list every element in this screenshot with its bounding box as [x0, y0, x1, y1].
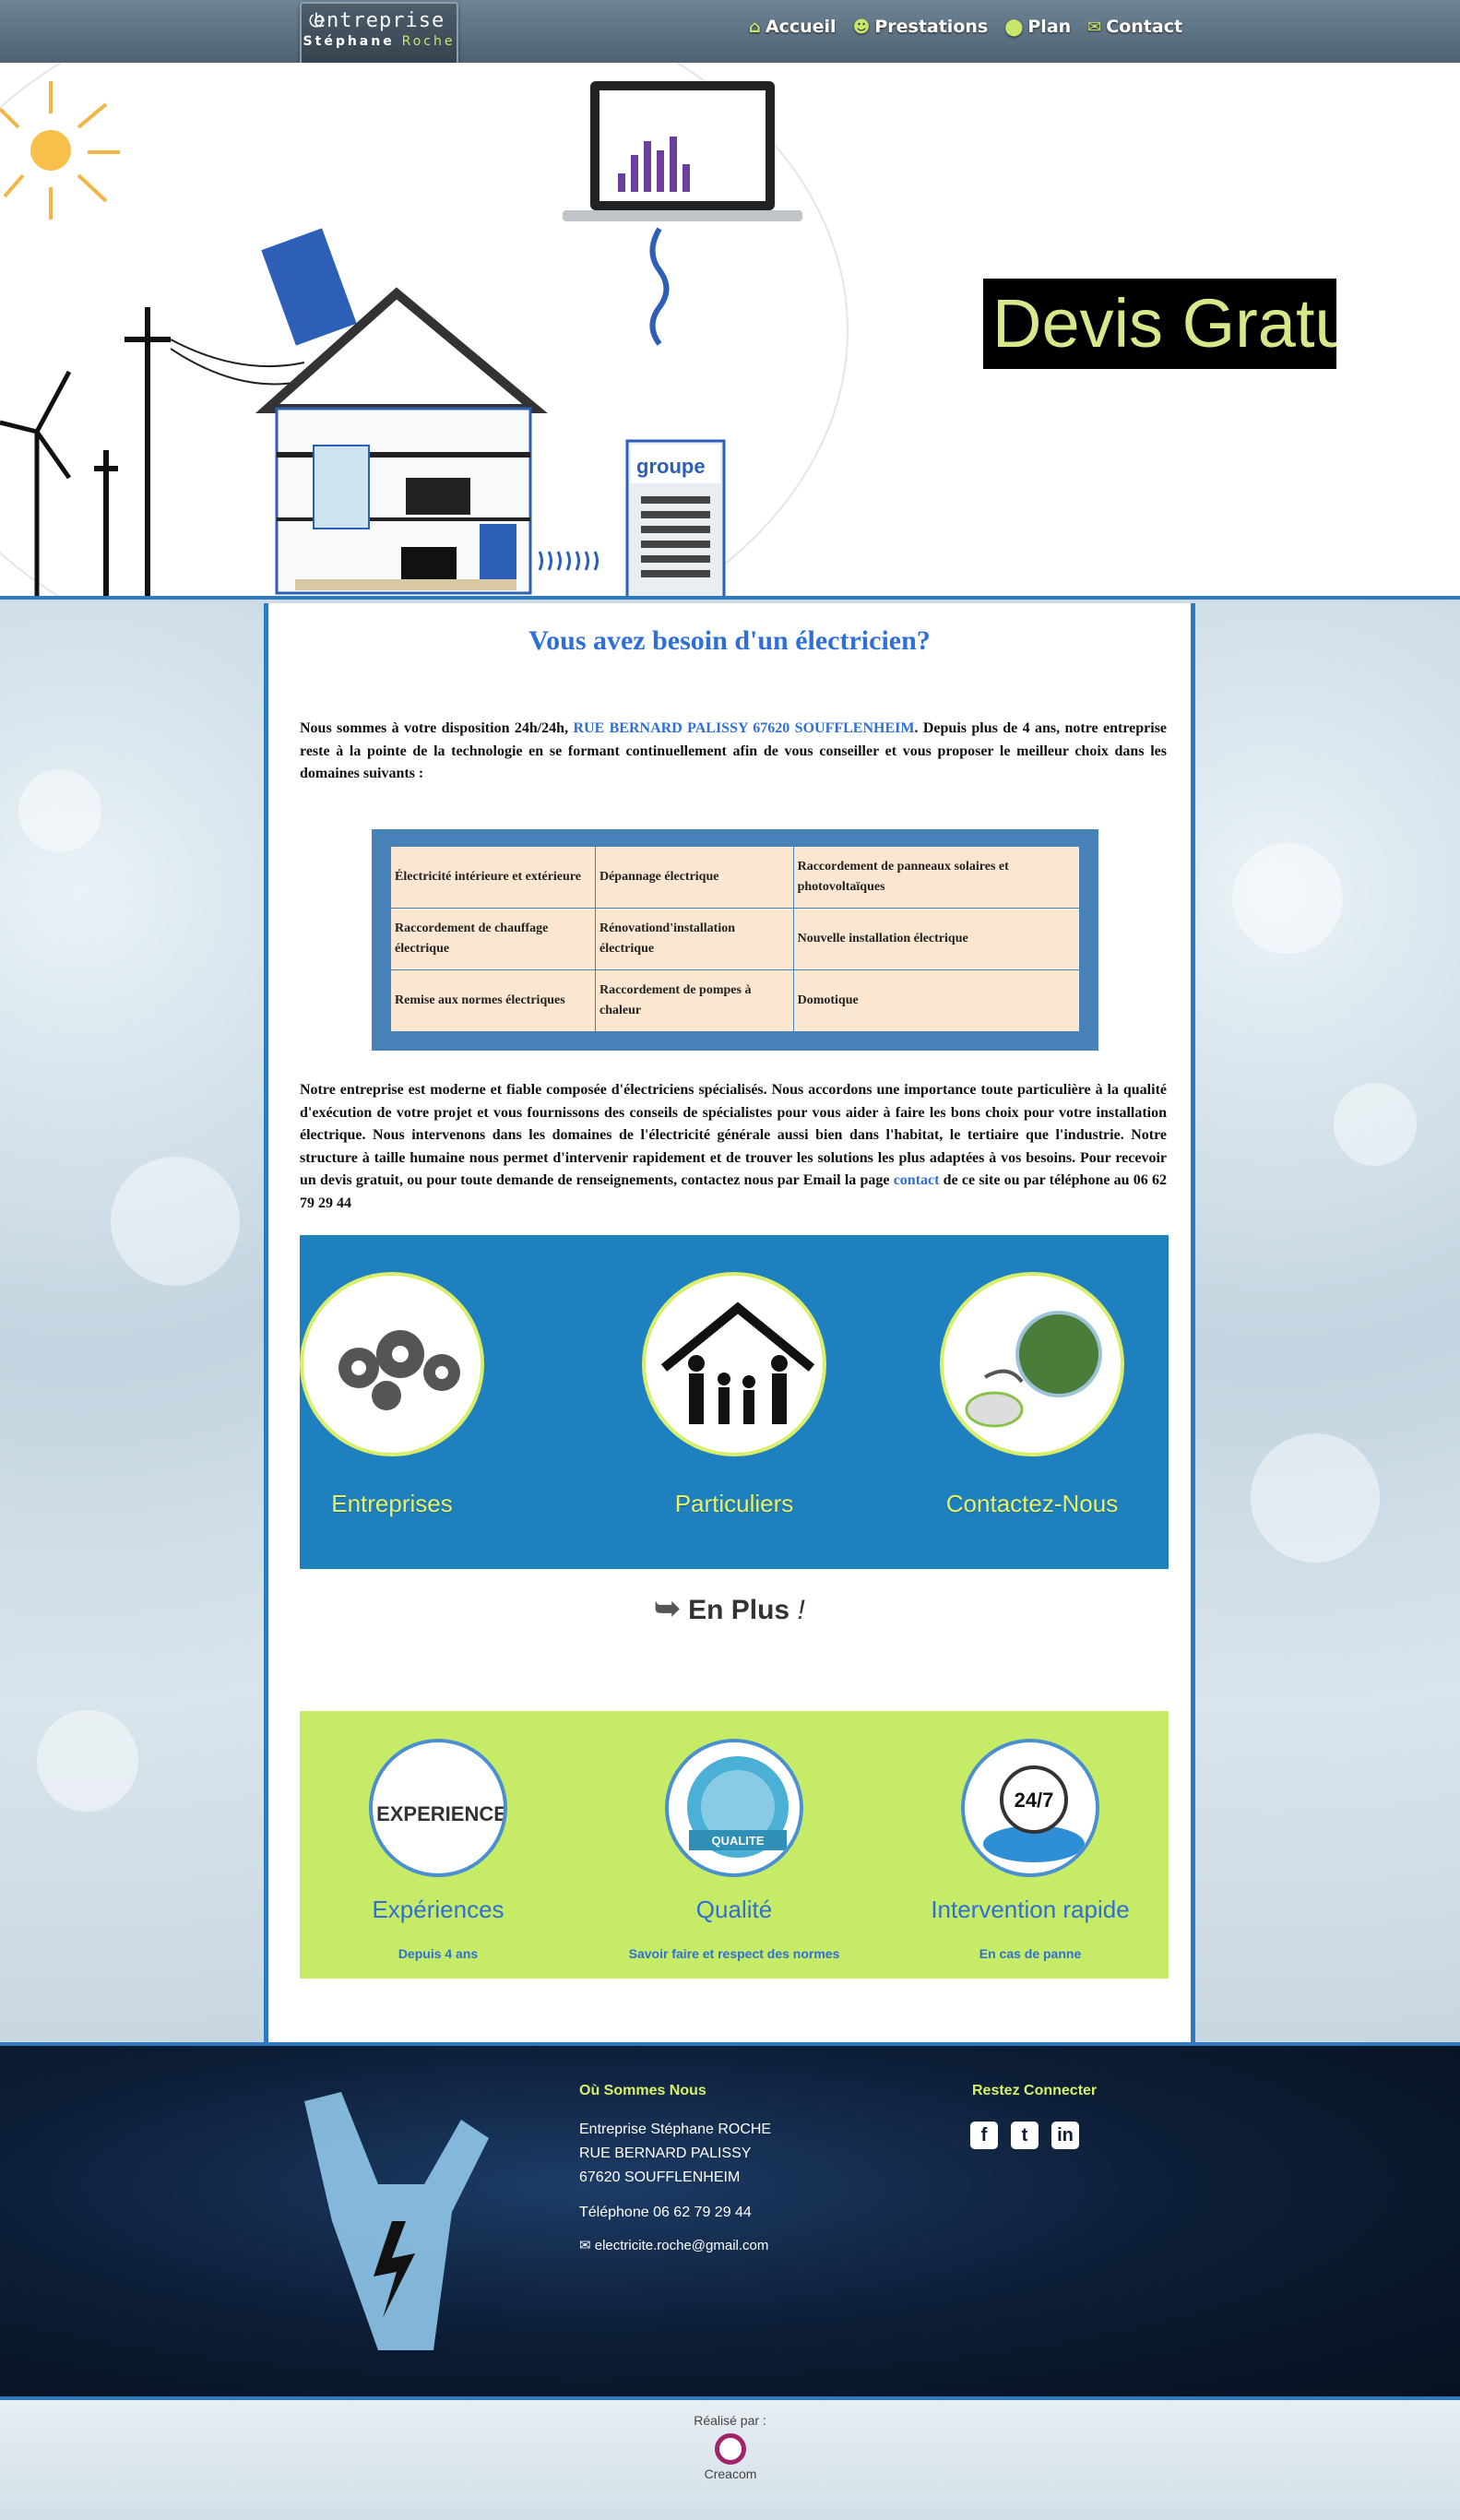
table-cell: Raccordement de pompes à chaleur	[594, 969, 794, 1032]
services-table: Électricité intérieure et extérieure Dép…	[372, 829, 1098, 1051]
site-logo[interactable]: ⏻ entreprise Stéphane Roche	[300, 2, 458, 70]
nav-item-plan[interactable]: ⬤ Plan	[1004, 17, 1071, 37]
devis-gratuit-banner[interactable]: Devis Gratuit	[983, 279, 1336, 369]
social-links: f t in	[970, 2122, 1079, 2149]
nav-item-contact[interactable]: ✉ Contact	[1087, 17, 1182, 37]
table-cell: Domotique	[792, 969, 1081, 1032]
table-row: Électricité intérieure et extérieure Dép…	[390, 846, 1081, 909]
nav-item-accueil[interactable]: ⌂ Accueil	[749, 17, 837, 37]
phone-24-7-icon: 24/7	[961, 1739, 1099, 1877]
page-title: Vous avez besoin d'un électricien?	[528, 625, 931, 656]
en-plus-heading: ➥ En Plus !	[654, 1591, 805, 1626]
table-cell: Raccordement de chauffage électrique	[390, 908, 596, 970]
tile-entreprises[interactable]: Entreprises	[300, 1272, 484, 1518]
description-paragraph: Notre entreprise est moderne et fiable c…	[300, 1082, 1167, 1211]
plug-icon	[304, 2092, 489, 2350]
audience-tiles: Entreprises Particuliers Contactez-Nous	[300, 1235, 1169, 1569]
creacom-logo[interactable]: Creacom	[692, 2433, 769, 2481]
twitter-icon[interactable]: t	[1011, 2122, 1039, 2149]
creacom-circle-icon	[715, 2433, 746, 2465]
main-nav: ⌂ Accueil ☻ Prestations ⬤ Plan ✉ Contact	[749, 17, 1182, 37]
wind-turbine-icon	[0, 370, 72, 596]
envelope-icon: ✉	[1087, 17, 1102, 37]
where-title: Où Sommes Nous	[579, 2083, 706, 2098]
feature-qualite: QUALITE Qualité Savoir faire et respect …	[596, 1739, 872, 1961]
table-cell: Raccordement de panneaux solaires et pho…	[792, 846, 1081, 909]
experience-wordcloud-icon: EXPERIENCE	[369, 1739, 507, 1877]
main-content: Vous avez besoin d'un électricien? Nous …	[264, 603, 1195, 2042]
svg-text:EXPERIENCE: EXPERIENCE	[376, 1802, 507, 1825]
feature-experiences: EXPERIENCE Expériences Depuis 4 ans	[337, 1739, 540, 1961]
logo-subtitle: Stéphane Roche	[303, 34, 456, 49]
credits-bar: Réalisé par : Creacom	[0, 2400, 1460, 2520]
footer: Où Sommes Nous Entreprise Stéphane ROCHE…	[0, 2042, 1460, 2400]
company-name: Entreprise Stéphane ROCHE	[579, 2122, 772, 2137]
table-cell: Électricité intérieure et extérieure	[390, 846, 596, 909]
left-bokeh-background	[0, 603, 264, 2042]
family-house-icon	[642, 1272, 826, 1456]
feature-intervention: 24/7 Intervention rapide En cas de panne	[929, 1739, 1132, 1961]
users-icon: ☻	[852, 17, 871, 37]
quality-badge-icon: QUALITE	[665, 1739, 803, 1877]
table-cell: Rénovationd'installation électrique	[594, 908, 794, 970]
gears-icon	[300, 1272, 484, 1456]
tile-particuliers[interactable]: Particuliers	[642, 1272, 826, 1518]
street: RUE BERNARD PALISSY	[579, 2146, 752, 2161]
curved-arrow-icon: ➥	[654, 1591, 681, 1626]
table-cell: Remise aux normes électriques	[390, 969, 596, 1032]
tile-contactez-nous[interactable]: Contactez-Nous	[940, 1272, 1124, 1518]
map-marker-icon: ⬤	[1004, 17, 1024, 37]
hero-banner: groupe Devis Gratuit	[0, 63, 1460, 600]
logo-title: entreprise	[313, 9, 445, 32]
home-icon: ⌂	[749, 17, 761, 37]
connect-title: Restez Connecter	[972, 2083, 1098, 2098]
phone: Téléphone 06 62 79 29 44	[579, 2205, 752, 2220]
nav-item-prestations[interactable]: ☻ Prestations	[853, 17, 989, 37]
server-icon: groupe	[625, 439, 726, 596]
table-row: Raccordement de chauffage électrique Rén…	[390, 908, 1081, 970]
power-pole-icon	[94, 307, 171, 596]
table-cell: Nouvelle installation électrique	[792, 908, 1081, 970]
facebook-icon[interactable]: f	[970, 2122, 998, 2149]
sun-icon	[0, 81, 120, 220]
svg-text:QUALITE: QUALITE	[711, 1834, 764, 1848]
contact-link[interactable]: contact	[894, 1172, 940, 1188]
plug-icon: ⏻	[309, 11, 324, 31]
svg-text:24/7: 24/7	[1015, 1789, 1054, 1812]
laptop-icon	[563, 81, 802, 221]
table-cell: Dépannage électrique	[594, 846, 794, 909]
city: 67620 SOUFFLENHEIM	[579, 2169, 741, 2185]
solar-panel-icon	[261, 228, 357, 346]
email-link[interactable]: ✉ electricite.roche@gmail.com	[579, 2234, 768, 2258]
linkedin-icon[interactable]: in	[1051, 2122, 1079, 2149]
right-bokeh-background	[1195, 603, 1460, 2042]
features-section: EXPERIENCE Expériences Depuis 4 ans QUAL…	[300, 1711, 1169, 1979]
table-row: Remise aux normes électriques Raccordeme…	[390, 969, 1081, 1032]
address-link[interactable]: RUE BERNARD PALISSY 67620 SOUFFLENHEIM	[573, 720, 914, 736]
svg-text:groupe: groupe	[636, 455, 706, 478]
intro-paragraph: Nous sommes à votre disposition 24h/24h,…	[300, 720, 1168, 782]
made-by-label: Réalisé par :	[694, 2413, 766, 2428]
envelope-icon: ✉	[579, 2238, 595, 2253]
globe-mouse-icon	[940, 1272, 1124, 1456]
top-navbar: ⏻ entreprise Stéphane Roche ⌂ Accueil ☻ Pr…	[0, 0, 1460, 70]
